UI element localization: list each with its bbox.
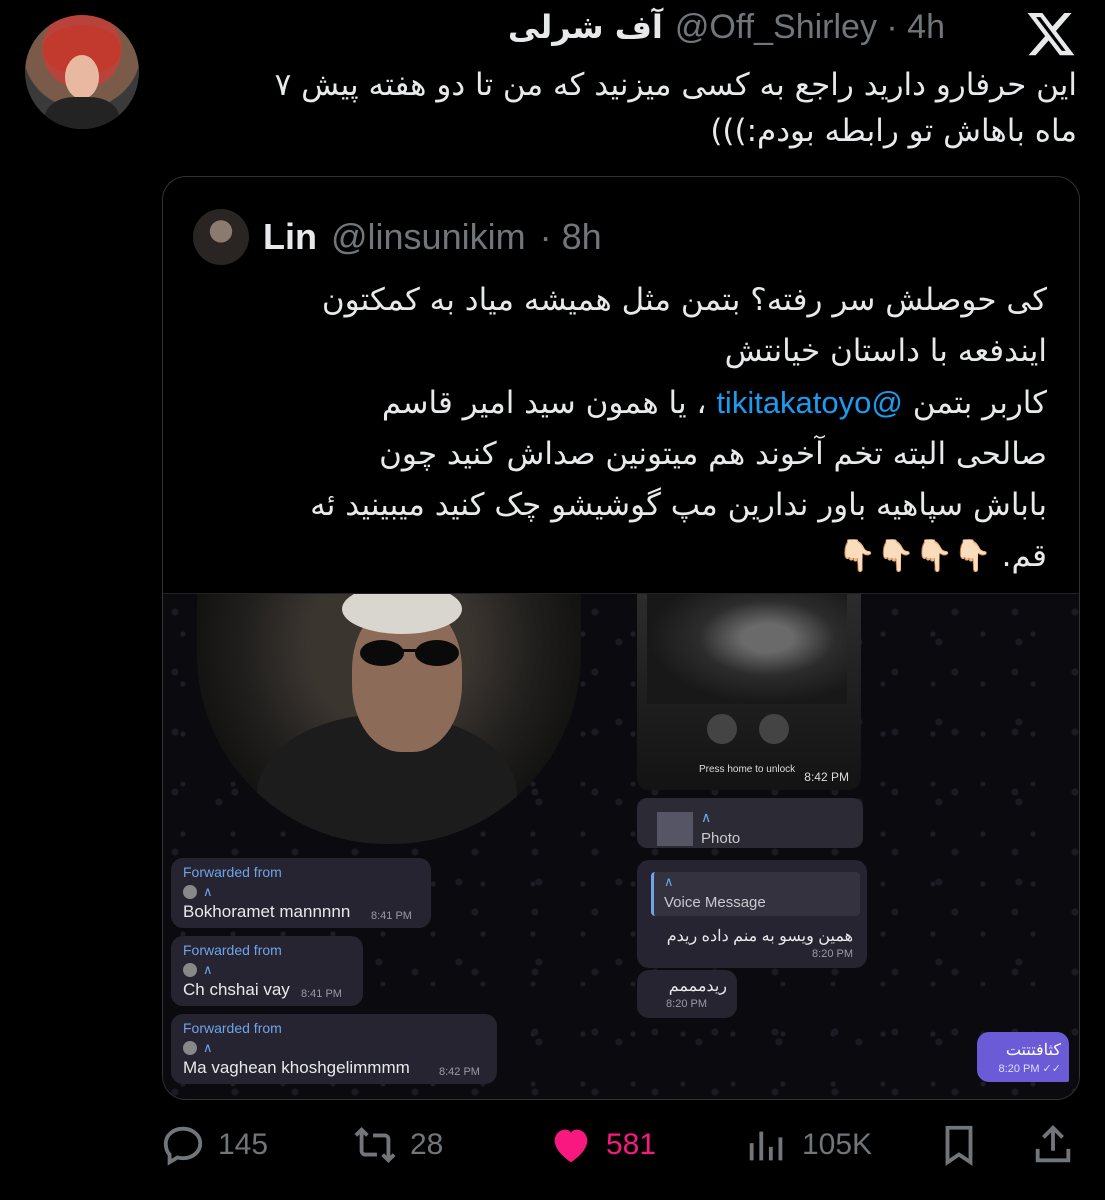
retweet-icon (354, 1126, 396, 1164)
quoted-media-image[interactable]: Press home to unlock 8:42 PM ∧ Photo For… (163, 593, 1079, 1099)
message-text: کثافتتتت (1005, 1042, 1061, 1059)
forwarded-sender: ∧ (183, 962, 213, 978)
message-time: 8:20 PM (812, 948, 853, 960)
heart-icon (554, 1129, 588, 1163)
mention-link[interactable]: @tikitakatoyo (716, 385, 903, 420)
views-icon (749, 1131, 783, 1161)
tweet-text: این حرفارو دارید راجع به کسی میزنید که م… (147, 62, 1077, 154)
lockscreen-wallpaper (647, 594, 847, 704)
lockscreen-screenshot: Press home to unlock 8:42 PM (637, 594, 861, 790)
x-logo-icon[interactable] (1025, 8, 1077, 60)
message-time: 8:42 PM (439, 1066, 480, 1078)
quoted-tweet-time: · 8h (539, 216, 602, 257)
forwarded-message: Forwarded from ∧ Ma vaghean khoshgelimmm… (171, 1014, 497, 1084)
views-button[interactable]: 105K (744, 1122, 872, 1168)
quoted-text-line: صالحی البته تخم آخوند هم میتونین صداش کن… (379, 436, 1047, 472)
forwarded-message: Forwarded from ∧ Bokhoramet mannnnn 8:41… (171, 858, 431, 928)
sender-avatar-icon (183, 885, 197, 899)
tweet-text-line: این حرفارو دارید راجع به کسی میزنید که م… (274, 67, 1077, 103)
share-icon (1035, 1125, 1071, 1163)
author-name-line: آف شرلی @Off_Shirley · 4h (508, 8, 945, 47)
voice-sender: ∧ (664, 874, 674, 889)
voice-reply-bubble: ∧ Voice Message همین ویسو به منم داده ری… (637, 860, 867, 968)
quoted-text-line: کاربر بتمن @tikitakatoyo ، یا همون سید ا… (187, 377, 1047, 429)
quoted-text-line: کی حوصلش سر رفته؟ بتمن مثل همیشه میاد به… (321, 282, 1047, 318)
quoted-text-line: باباش سپاهیه باور ندارین مپ گوشیشو چک کن… (310, 487, 1047, 523)
voice-label: Voice Message (664, 894, 766, 911)
incoming-message: ریدمممم 8:20 PM (637, 970, 737, 1018)
flashlight-icon (707, 714, 737, 744)
tweet-action-bar: 145 28 581 105K (0, 1112, 1105, 1182)
forwarded-from-label: Forwarded from (183, 864, 282, 880)
retweet-button[interactable]: 28 (352, 1122, 443, 1168)
like-button[interactable]: 581 (548, 1122, 656, 1168)
voice-reply-quote: ∧ Voice Message (651, 872, 860, 916)
sender-avatar-icon (183, 1041, 197, 1055)
tweet-text-line: ماه باهاش تو رابطه بودم:))) (710, 113, 1077, 149)
forwarded-from-label: Forwarded from (183, 942, 282, 958)
cloud-icon (759, 714, 789, 744)
message-text: Ch chshai vay (183, 980, 290, 999)
views-count: 105K (802, 1128, 873, 1161)
message-time: 8:41 PM (301, 988, 342, 1000)
forwarded-from-label: Forwarded from (183, 1020, 282, 1036)
outgoing-message: کثافتتتت 8:20 PM ✓✓ (977, 1032, 1069, 1082)
lockscreen-label: Press home to unlock (699, 764, 796, 775)
quoted-author-name: Lin (263, 216, 317, 257)
message-text: Bokhoramet mannnnn (183, 902, 351, 921)
quoted-author-handle: @linsunikim (330, 216, 526, 257)
sender-avatar-icon (183, 963, 197, 977)
quoted-author-avatar[interactable] (193, 209, 249, 265)
tweet-time[interactable]: · 4h (886, 8, 945, 46)
message-text: ریدمممم (668, 978, 727, 995)
photo-label: Photo (701, 830, 741, 847)
message-text: همین ویسو به منم داده ریدم (666, 928, 853, 945)
forwarded-sender: ∧ (183, 884, 213, 900)
quoted-text-fragment: کاربر بتمن (912, 385, 1047, 421)
sender-name: ∧ (203, 962, 213, 977)
sender-name: ∧ (203, 1040, 213, 1055)
bookmark-button[interactable] (936, 1122, 982, 1168)
share-button[interactable] (1030, 1122, 1076, 1168)
reply-icon (163, 1126, 203, 1166)
author-display-name[interactable]: آف شرلی (508, 8, 663, 46)
photo-sender: ∧ (701, 810, 712, 826)
reply-button[interactable]: 145 (160, 1122, 268, 1168)
bookmark-icon (945, 1125, 973, 1166)
author-avatar[interactable] (25, 15, 139, 129)
photo-reply-bubble: ∧ Photo (637, 798, 863, 848)
author-handle[interactable]: @Off_Shirley · 4h (675, 8, 945, 47)
sunglasses-icon (360, 640, 459, 666)
quoted-text-fragment: ، یا همون سید امیر قاسم (381, 385, 707, 421)
sender-name: ∧ (203, 884, 213, 899)
quoted-text-line: قم. 👇🏻👇🏻👇🏻👇🏻 (837, 538, 1047, 574)
photo-thumbnail (657, 812, 693, 846)
message-time: 8:20 PM (666, 998, 707, 1010)
reply-count: 145 (218, 1128, 269, 1161)
lockscreen-time: 8:42 PM (804, 770, 849, 784)
forwarded-message: Forwarded from ∧ Ch chshai vay 8:41 PM (171, 936, 363, 1006)
message-time-text: 8:20 PM (998, 1063, 1040, 1075)
quoted-text-line: ایندفعه با داستان خیانتش (724, 333, 1047, 369)
message-text: Ma vaghean khoshgelimmmm (183, 1058, 410, 1077)
message-time: 8:41 PM (371, 910, 412, 922)
handle-text[interactable]: @Off_Shirley (675, 8, 877, 46)
forwarded-sender: ∧ (183, 1040, 213, 1056)
quoted-tweet-text: کی حوصلش سر رفته؟ بتمن مثل همیشه میاد به… (187, 275, 1047, 582)
message-time: 8:20 PM ✓✓ (998, 1063, 1061, 1075)
quoted-tweet-header: Lin @linsunikim · 8h (193, 209, 602, 265)
retweet-count: 28 (410, 1128, 444, 1161)
like-count: 581 (606, 1128, 657, 1161)
quoted-tweet-card[interactable]: Lin @linsunikim · 8h کی حوصلش سر رفته؟ ب… (162, 176, 1080, 1100)
